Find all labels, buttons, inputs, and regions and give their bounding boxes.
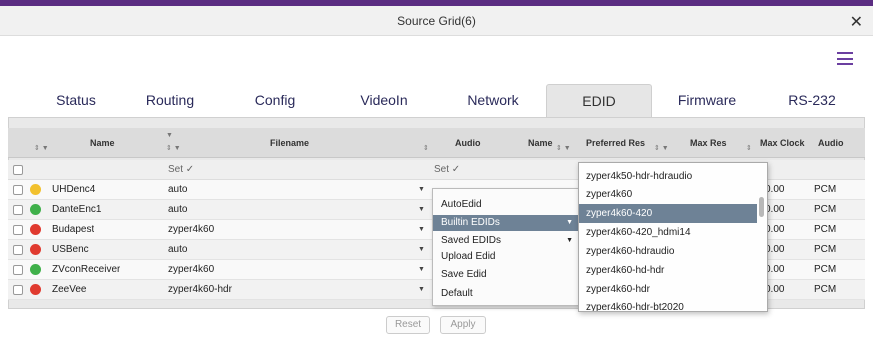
row-filename[interactable]: zyper4k60 [168,260,214,280]
list-item[interactable]: zyper4k60-hd-hdr [579,261,757,280]
tab-bar: Status Routing Config VideoIn Network ED… [0,84,873,117]
row-checkbox[interactable] [13,265,23,275]
row-audio: PCM [814,284,837,295]
apply-button[interactable]: Apply [440,316,486,334]
status-dot [30,204,41,215]
menu-item-label: Default [441,288,473,299]
row-checkbox[interactable] [13,225,23,235]
dropdown-caret-icon[interactable]: ▼ [418,260,425,280]
window-title: Source Grid(6) [397,14,476,28]
row-filename[interactable]: auto [168,180,187,200]
list-item[interactable]: zyper4k50-hdr-hdraudio [579,167,757,186]
list-item[interactable]: zyper4k60-420 [579,204,757,223]
row-name: DanteEnc1 [52,204,102,215]
status-dot [30,184,41,195]
row-name: UHDenc4 [52,184,96,195]
header-max-clock[interactable]: Max Clock [760,128,805,158]
status-dot [30,264,41,275]
tab-routing[interactable]: Routing [130,84,210,117]
menu-item-saved-edids[interactable]: Saved EDIDs ▼ [433,233,579,249]
menu-item-label: Builtin EDIDs [441,217,500,228]
row-filename[interactable]: auto [168,240,187,260]
header-name-2[interactable]: Name [528,128,553,158]
reset-button[interactable]: Reset [386,316,430,334]
row-name: Budapest [52,224,95,235]
tab-videoin[interactable]: VideoIn [344,84,424,117]
status-dot [30,284,41,295]
dropdown-caret-icon: ▼ [566,219,573,226]
row-audio: PCM [814,184,837,195]
header-preferred-res[interactable]: Preferred Res [586,128,645,158]
row-name: ZVconReceiver [52,264,121,275]
dropdown-caret-icon[interactable]: ▼ [418,180,425,200]
tab-status[interactable]: Status [36,84,116,117]
status-dot [30,224,41,235]
sort-icon[interactable]: ⇕ [423,144,429,152]
menu-icon[interactable] [837,52,853,65]
tab-edid[interactable]: EDID [546,84,652,117]
row-audio: PCM [814,244,837,255]
tab-config[interactable]: Config [238,84,312,117]
row-name: ZeeVee [52,284,87,295]
row-audio: PCM [814,224,837,235]
dropdown-caret-icon: ▼ [566,237,573,244]
builtin-edid-list: zyper4k50-hdr-hdraudio zyper4k60 zyper4k… [578,162,768,312]
row-filename[interactable]: auto [168,200,187,220]
header-name[interactable]: Name [90,128,115,158]
tab-firmware[interactable]: Firmware [664,84,750,117]
dropdown-caret-icon[interactable]: ▼ [418,220,425,240]
scrollbar[interactable] [759,197,764,217]
title-bar: Source Grid(6) ✕ [0,6,873,36]
list-item[interactable]: zyper4k60 [579,185,757,204]
sort-icon[interactable]: ⇕ ▼ [166,144,181,152]
row-checkbox[interactable] [13,285,23,295]
row-filename[interactable]: zyper4k60 [168,220,214,240]
list-item[interactable]: zyper4k60-420_hdmi14 [579,223,757,242]
menu-item-autoedid[interactable]: AutoEdid [433,197,579,213]
sort-icon[interactable]: ▼ [166,132,173,139]
set-filename-button[interactable]: Set ✓ [168,160,194,180]
row-checkbox[interactable] [13,245,23,255]
table-header: ⇕ ▼ Name ▼ ⇕ ▼ Filename ⇕ Audio Name ⇕ ▼… [8,128,865,158]
tab-network[interactable]: Network [448,84,538,117]
header-max-res[interactable]: Max Res [690,128,727,158]
close-icon[interactable]: ✕ [850,12,863,32]
row-audio: PCM [814,204,837,215]
list-item[interactable]: zyper4k60-hdraudio [579,242,757,261]
row-checkbox[interactable] [13,185,23,195]
menu-item-upload-edid[interactable]: Upload Edid [433,249,579,265]
row-filename[interactable]: zyper4k60-hdr [168,280,232,300]
edid-source-menu: AutoEdid Builtin EDIDs ▼ Saved EDIDs ▼ U… [432,188,580,306]
list-item[interactable]: zyper4k60-hdr [579,280,757,299]
dropdown-caret-icon[interactable]: ▼ [418,240,425,260]
header-filename[interactable]: Filename [270,128,309,158]
sort-icon[interactable]: ⇕ ▼ [556,144,571,152]
menu-item-default[interactable]: Default [433,286,579,302]
row-name: USBenc [52,244,89,255]
dropdown-caret-icon[interactable]: ▼ [418,200,425,220]
select-all-checkbox[interactable] [13,165,23,175]
sort-icon[interactable]: ⇕ ▼ [654,144,669,152]
menu-item-label: Saved EDIDs [441,235,502,246]
dropdown-caret-icon[interactable]: ▼ [418,280,425,300]
tab-rs232[interactable]: RS-232 [772,84,852,117]
list-item[interactable]: zyper4k60-hdr-bt2020 [579,298,757,311]
menu-item-save-edid[interactable]: Save Edid [433,267,579,283]
row-checkbox[interactable] [13,205,23,215]
sort-icon[interactable]: ⇕ [746,144,752,152]
header-audio[interactable]: Audio [455,128,481,158]
header-audio-2[interactable]: Audio [818,128,844,158]
set-audio-button[interactable]: Set ✓ [434,160,460,180]
status-dot [30,244,41,255]
sort-icon[interactable]: ⇕ ▼ [34,144,49,152]
row-audio: PCM [814,264,837,275]
menu-item-builtin-edids[interactable]: Builtin EDIDs ▼ [433,215,579,231]
